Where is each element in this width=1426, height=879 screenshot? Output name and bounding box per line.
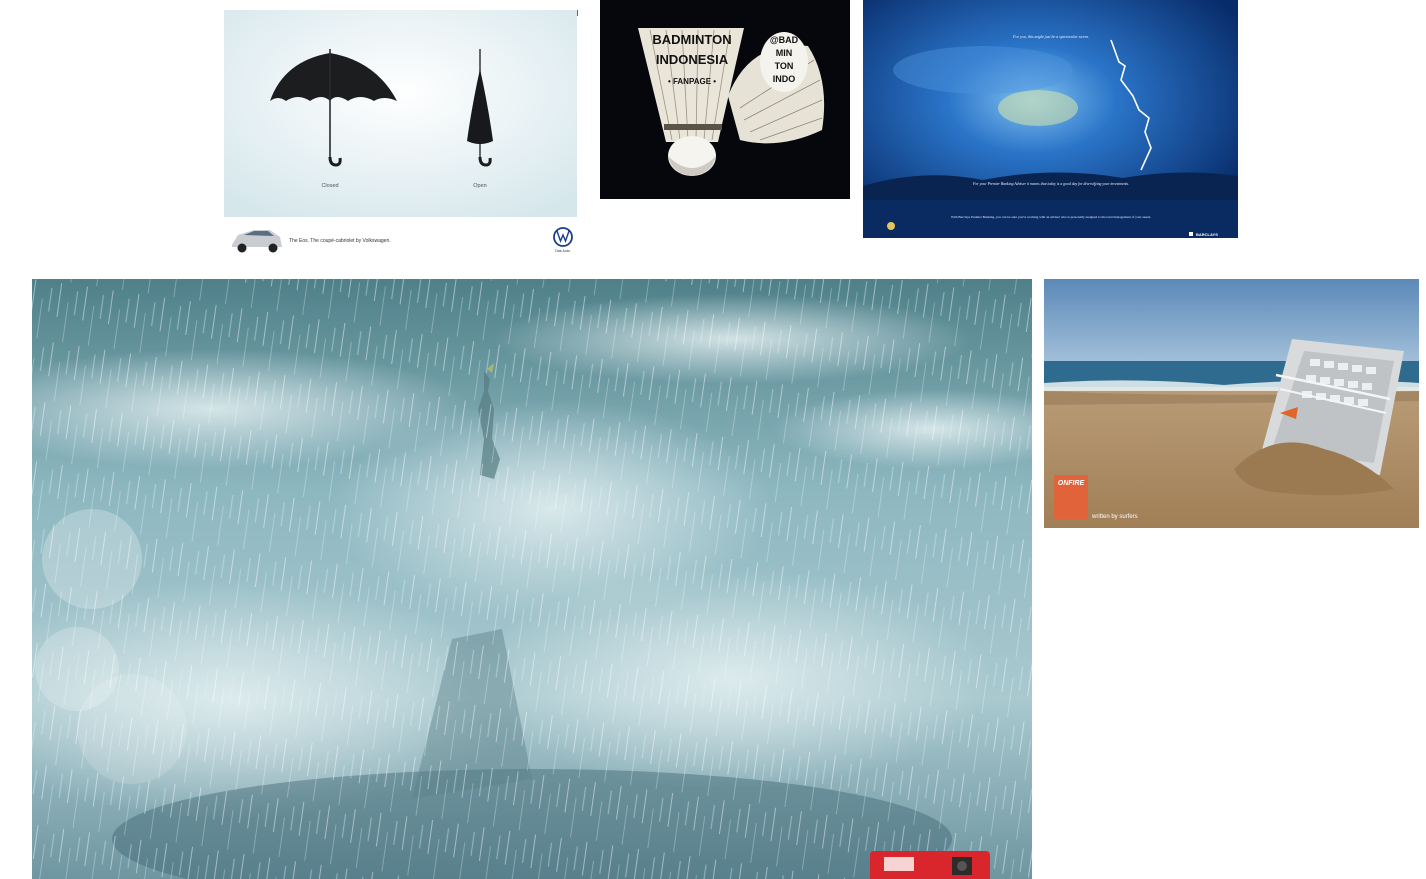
vw-brand-sub: Das Auto. xyxy=(555,249,571,253)
barclays-eagle-icon xyxy=(1189,232,1193,236)
barclays-subline: For your Premier Banking Adviser it mean… xyxy=(972,182,1129,186)
image-gallery: Closed Open The Eos. The coupé-cabriolet… xyxy=(0,0,1426,879)
barclays-ad-artwork: For you, this might just be a spectacula… xyxy=(863,0,1238,238)
gallery-tile-rain-statue[interactable] xyxy=(32,279,1032,879)
gallery-tile-keyboard-beach[interactable]: ONFIRE written by surfers xyxy=(1044,279,1419,528)
gallery-tile-badminton[interactable]: BADMINTON INDONESIA • FANPAGE • @BAD MIN… xyxy=(600,0,850,199)
crest-icon xyxy=(887,222,895,230)
badminton-handle-line3: TON xyxy=(775,61,794,71)
vw-logo-icon xyxy=(553,227,573,247)
badminton-handle-line2: MIN xyxy=(776,48,793,58)
onfire-logo-text: ONFIRE xyxy=(1058,480,1085,487)
barclays-brand: BARCLAYS xyxy=(1196,232,1218,237)
vw-ad-artwork: Closed Open The Eos. The coupé-cabriolet… xyxy=(224,10,578,257)
badminton-handle-line1: @BAD xyxy=(770,35,799,45)
beach-credit: written by surfers xyxy=(1091,514,1138,520)
rain-statue-artwork xyxy=(32,279,1032,879)
umbrella-closed-label: Closed xyxy=(321,183,338,189)
badminton-title-line1: BADMINTON xyxy=(652,32,731,47)
keyboard-beach-artwork: ONFIRE written by surfers xyxy=(1044,279,1419,528)
badminton-handle-line4: INDO xyxy=(773,74,796,84)
gallery-tile-barclays-storm-ad[interactable]: For you, this might just be a spectacula… xyxy=(863,0,1238,238)
badminton-title-line2: INDONESIA xyxy=(656,52,729,67)
camera-icon xyxy=(870,851,990,879)
umbrella-open-label: Open xyxy=(473,183,486,189)
vw-tagline: The Eos. The coupé-cabriolet by Volkswag… xyxy=(289,238,391,244)
badminton-artwork: BADMINTON INDONESIA • FANPAGE • @BAD MIN… xyxy=(600,0,850,199)
gallery-tile-vw-umbrella-ad[interactable]: Closed Open The Eos. The coupé-cabriolet… xyxy=(224,9,578,257)
badminton-subtitle: • FANPAGE • xyxy=(668,77,716,86)
